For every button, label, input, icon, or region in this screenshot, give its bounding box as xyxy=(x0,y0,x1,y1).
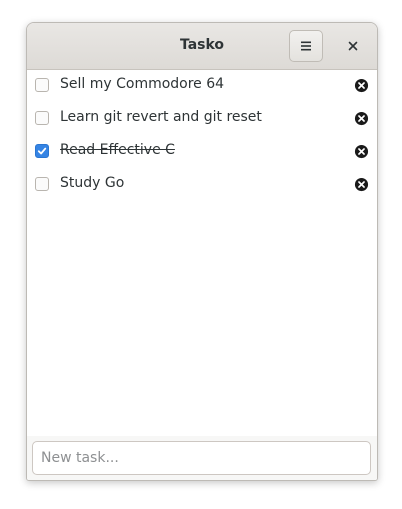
delete-task-icon[interactable] xyxy=(354,78,369,93)
task-checkbox[interactable] xyxy=(35,111,49,125)
task-label: Sell my Commodore 64 xyxy=(60,76,225,92)
delete-task-icon[interactable] xyxy=(354,111,369,126)
task-label: Study Go xyxy=(60,175,125,191)
hamburger-menu-icon xyxy=(301,41,311,51)
task-row: Learn git revert and git reset xyxy=(27,103,377,136)
task-checkbox[interactable] xyxy=(35,177,49,191)
close-button[interactable] xyxy=(339,32,367,60)
task-row: Study Go xyxy=(27,169,377,202)
app-window: Tasko Sell my Commodore 64 Learn git rev… xyxy=(26,22,378,481)
window-title: Tasko xyxy=(179,37,225,53)
task-checkbox[interactable] xyxy=(35,144,49,158)
close-icon xyxy=(348,41,358,51)
task-label: Learn git revert and git reset xyxy=(60,109,262,125)
task-label: Read Effective C xyxy=(60,142,175,158)
new-task-bar xyxy=(27,436,377,480)
delete-task-icon[interactable] xyxy=(354,144,369,159)
task-row: Sell my Commodore 64 xyxy=(27,70,377,103)
delete-task-icon[interactable] xyxy=(354,177,369,192)
new-task-input[interactable] xyxy=(32,441,371,475)
task-checkbox[interactable] xyxy=(35,78,49,92)
task-list: Sell my Commodore 64 Learn git revert an… xyxy=(27,70,377,202)
task-row: Read Effective C xyxy=(27,136,377,169)
check-icon xyxy=(37,147,47,155)
menu-button[interactable] xyxy=(289,30,323,62)
header-bar: Tasko xyxy=(27,23,377,70)
